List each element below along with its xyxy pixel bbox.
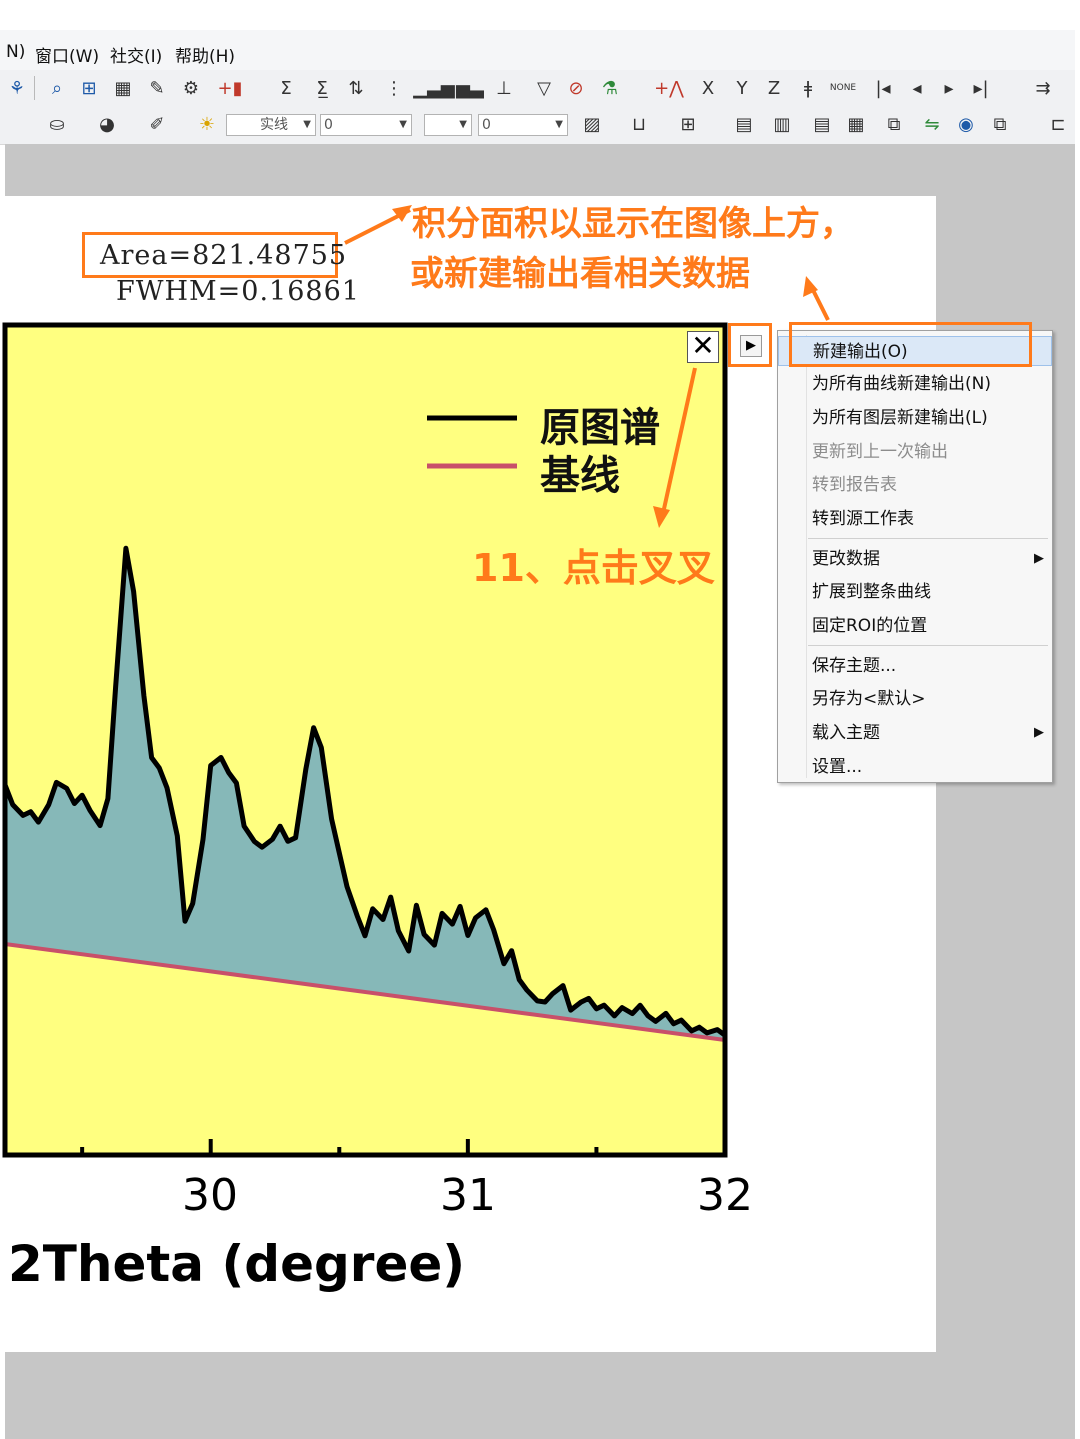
x-tick-label: 32 bbox=[697, 1170, 753, 1221]
menu-item-label: 更改数据 bbox=[812, 549, 880, 569]
menu-item-new-output-all-layers[interactable]: 为所有图层新建输出(L) bbox=[778, 403, 1052, 433]
menu-item-load-theme[interactable]: 载入主题 ▶ bbox=[778, 718, 1052, 748]
close-button[interactable]: ✕ bbox=[687, 331, 719, 363]
menu-item-new-output-all-curves[interactable]: 为所有曲线新建输出(N) bbox=[778, 369, 1052, 399]
step-annotation: 11、点击叉叉 bbox=[472, 546, 715, 590]
menu-item-change-data[interactable]: 更改数据 ▶ bbox=[778, 544, 1052, 574]
menu-divider bbox=[808, 538, 1048, 539]
menu-item-label: 扩展到整条曲线 bbox=[812, 582, 931, 602]
menu-item-save-as-default[interactable]: 另存为<默认> bbox=[778, 684, 1052, 714]
x-tick-label: 30 bbox=[182, 1170, 238, 1221]
menu-item-label: 另存为<默认> bbox=[812, 689, 926, 709]
menu-item-save-theme[interactable]: 保存主题... bbox=[778, 651, 1052, 681]
menu-item-settings[interactable]: 设置... bbox=[778, 752, 1052, 782]
menu-item-label: 载入主题 bbox=[812, 723, 880, 743]
menu-item-highlight-box bbox=[789, 322, 1032, 367]
legend-label-baseline: 基线 bbox=[540, 452, 620, 499]
play-icon[interactable]: ▶ bbox=[740, 335, 762, 357]
menu-item-go-to-source[interactable]: 转到源工作表 bbox=[778, 504, 1052, 534]
submenu-arrow-icon: ▶ bbox=[1034, 551, 1044, 566]
menu-item-label: 更新到上一次输出 bbox=[812, 442, 948, 462]
menu-item-label: 保存主题... bbox=[812, 656, 897, 676]
menu-item-label: 固定ROI的位置 bbox=[812, 616, 928, 636]
menu-divider bbox=[808, 645, 1048, 646]
menu-item-fix-roi[interactable]: 固定ROI的位置 bbox=[778, 611, 1052, 641]
menu-item-label: 转到报告表 bbox=[812, 475, 897, 495]
context-menu: 新建输出(O) 为所有曲线新建输出(N) 为所有图层新建输出(L) 更新到上一次… bbox=[777, 330, 1053, 783]
menu-item-label: 为所有图层新建输出(L) bbox=[812, 408, 988, 428]
x-tick-label: 31 bbox=[440, 1170, 496, 1221]
menu-item-expand-curve[interactable]: 扩展到整条曲线 bbox=[778, 577, 1052, 607]
menu-item-label: 转到源工作表 bbox=[812, 509, 914, 529]
menu-item-label: 为所有曲线新建输出(N) bbox=[812, 374, 991, 394]
menu-item-label: 设置... bbox=[812, 757, 863, 777]
menu-item-update-last-output[interactable]: 更新到上一次输出 bbox=[778, 437, 1052, 467]
menu-item-go-to-report[interactable]: 转到报告表 bbox=[778, 470, 1052, 500]
menu-arrow-button-highlight: ▶ bbox=[728, 323, 772, 367]
x-axis-label: 2Theta (degree) bbox=[8, 1235, 466, 1293]
submenu-arrow-icon: ▶ bbox=[1034, 725, 1044, 740]
